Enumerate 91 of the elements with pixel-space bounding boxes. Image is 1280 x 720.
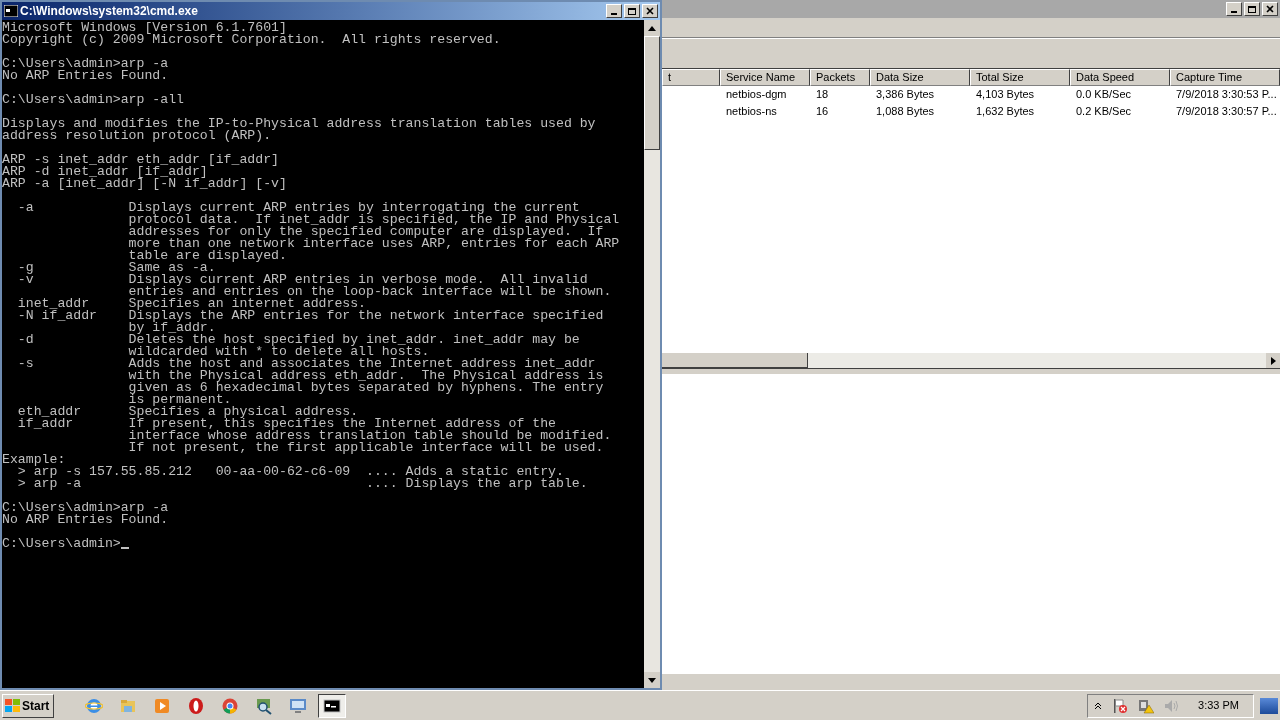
play-icon [153,696,171,715]
column-header[interactable]: Data Speed [1070,69,1170,86]
chevron-up-icon[interactable] [1094,701,1103,710]
start-button[interactable]: Start [2,693,54,718]
console-line: table are displayed. [127,250,287,262]
table-cell: 1,088 Bytes [876,105,935,117]
close-icon [646,7,654,15]
scroll-thumb[interactable] [662,353,808,368]
chrome-icon [221,696,239,715]
table-cell: 7/9/2018 3:30:57 P... [1176,105,1277,117]
console-line: Microsoft Windows [Version 6.1.7601] [2,22,287,34]
column-header[interactable]: Total Size [970,69,1070,86]
monitor-icon [289,696,307,715]
text-cursor [120,547,129,549]
console-line: -d Deletes the host specified by inet_addr. inet_addr may be [16,334,580,346]
console-line: Displays and modifies the IP-to-Physical address translation tables used by [2,118,596,130]
table-cell: 3,386 Bytes [876,88,935,100]
console-line: C:\Users\admin>arp -all [2,94,185,106]
console-line: Copyright (c) 2009 Microsoft Corporation. All rights reserved. [2,34,501,46]
network-warning-icon[interactable] [1138,697,1155,714]
console-line: interface whose address translation table should be modified. [127,430,612,442]
minimize-button[interactable] [606,4,622,18]
up-arrow-icon [648,25,656,31]
table-cell: 1,632 Bytes [976,105,1035,117]
magnifier-icon [255,696,273,715]
horizontal-scrollbar[interactable] [662,353,1280,368]
column-header[interactable]: Capture Time [1170,69,1280,86]
console-line: if_addr If present, this specifies the Internet address of the [16,418,556,430]
ring-icon [187,696,205,715]
restore-button[interactable] [1244,2,1260,16]
console-line: by if_addr. [127,322,216,334]
close-icon [1266,5,1274,13]
column-header[interactable]: Service Name [720,69,810,86]
console-line: C:\Users\admin>arp -a [2,58,169,70]
table-cell: 7/9/2018 3:30:53 P... [1176,88,1277,100]
console-line: protocol data. If inet_addr is specified, the IP and Physical [127,214,620,226]
table-cell: 0.0 KB/Sec [1076,88,1132,100]
console-line: C:\Users\admin>arp -a [2,502,169,514]
console-line: ARP -s inet_addr eth_addr [if_addr] [2,154,279,166]
show-desktop-button[interactable] [1260,697,1278,714]
column-header[interactable]: Packets [810,69,870,86]
console-line: more than one network interface uses ARP, entries for each ARP [127,238,620,250]
table-cell: 4,103 Bytes [976,88,1035,100]
right-arrow-icon [1270,356,1276,365]
restore-button[interactable] [624,4,640,18]
console-line: inet_addr Specifies an internet address. [16,298,367,310]
globe-e-icon [85,696,103,715]
console-line: -a Displays current ARP entries by interrogating the current [16,202,580,214]
vertical-scrollbar[interactable] [644,20,660,688]
console-line: -v Displays current ARP entries in verbose mode. All invalid [16,274,588,286]
close-button[interactable] [1262,2,1278,16]
scroll-right-button[interactable] [1266,353,1280,368]
table-cell: 16 [816,105,829,117]
table-cell: netbios-dgm [726,88,787,100]
console-line: No ARP Entries Found. [2,70,169,82]
flag-error-icon[interactable] [1112,697,1129,714]
table-cell: netbios-ns [726,105,777,117]
console-line: given as 6 hexadecimal bytes separated by hyphens. The entry [127,382,604,394]
console-line: Example: [2,454,66,466]
table-row[interactable]: netbios-dgm 18 3,386 Bytes 4,103 Bytes 0.0 KB/Sec 7/9/2018 3:30:53 P... [662,86,1280,103]
console-line: -g Same as -a. [16,262,216,274]
table-cell: 18 [816,88,829,100]
console-line: ARP -a [inet_addr] [-N if_addr] [-v] [2,178,287,190]
console-line: is permanent. [127,394,232,406]
console-icon [323,696,341,715]
close-button[interactable] [642,4,658,18]
console-line: with the Physical address eth_addr. The Physical address is [127,370,604,382]
console-line: ARP -d inet_addr [if_addr] [2,166,208,178]
window-title: C:\Windows\system32\cmd.exe [20,3,199,20]
console-line: If not present, the first applicable interface will be used. [127,442,604,454]
console-icon [4,5,18,17]
pane-splitter[interactable] [662,368,1280,374]
down-arrow-icon [648,677,656,683]
windows-logo-icon [5,698,21,713]
console-line: wildcarded with * to delete all hosts. [127,346,430,358]
table-row[interactable]: netbios-ns 16 1,088 Bytes 1,632 Bytes 0.2 KB/Sec 7/9/2018 3:30:57 P... [662,103,1280,120]
console-line: -N if_addr Displays the ARP entries for the network interface specified [16,310,604,322]
console-line: -s Adds the host and associates the Internet address inet_addr [16,358,596,370]
table-cell: 0.2 KB/Sec [1076,105,1132,117]
console-line: address resolution protocol (ARP). [2,130,272,142]
console-line: eth_addr Specifies a physical address. [16,406,359,418]
console-line: addresses for only the specified computer are displayed. If [127,226,604,238]
console-line: entries and entries on the loop-back interface will be shown. [127,286,612,298]
console-line: > arp -a .... Displays the arp table. [16,478,588,490]
column-header[interactable]: Data Size [870,69,970,86]
taskbar-button[interactable] [318,693,346,718]
console-line: C:\Users\admin> [2,538,121,550]
column-header[interactable]: t [662,69,720,86]
console-line: No ARP Entries Found. [2,514,169,526]
console-line: > arp -s 157.55.85.212 00-aa-00-62-c6-09 .... Adds a static entry. [17,466,564,478]
minimize-button[interactable] [1226,2,1242,16]
